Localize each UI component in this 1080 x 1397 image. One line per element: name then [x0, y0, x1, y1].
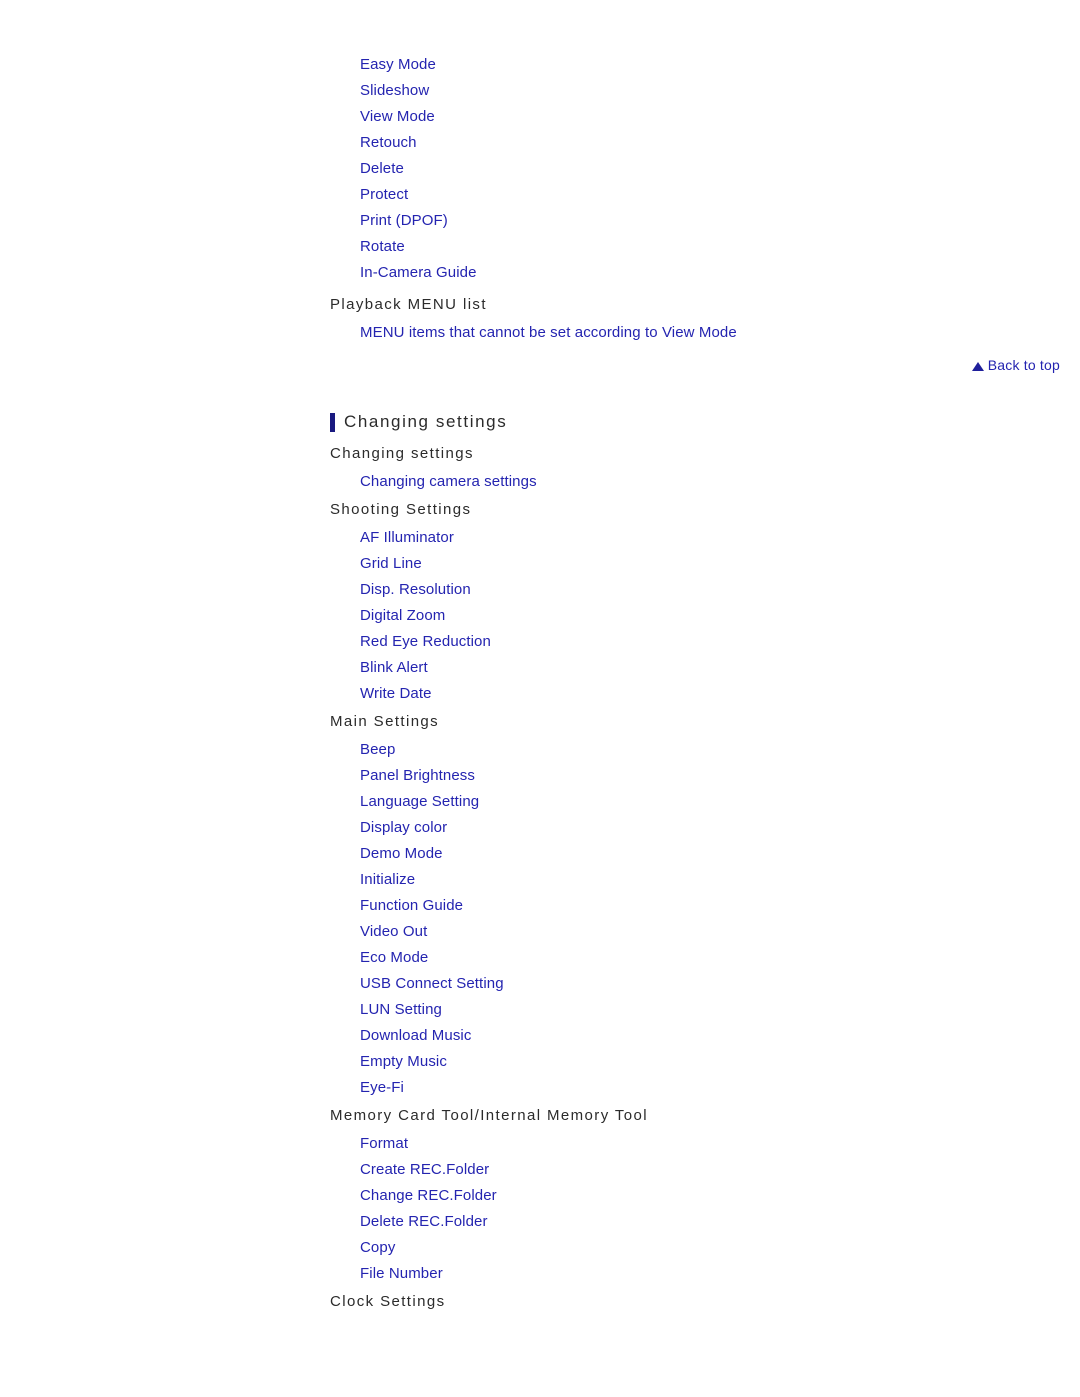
toc-link[interactable]: Beep [330, 737, 395, 763]
list-item: In-Camera Guide [330, 260, 1030, 286]
toc-link[interactable]: Download Music [330, 1023, 471, 1049]
toc-link[interactable]: Digital Zoom [330, 603, 445, 629]
list-item: Eye-Fi [330, 1075, 1030, 1101]
manual-toc-page: Easy Mode Slideshow View Mode Retouch Delete… [0, 0, 1080, 1397]
toc-link[interactable]: Delete [330, 156, 404, 182]
toc-link[interactable]: MENU items that cannot be set according … [330, 320, 737, 346]
toc-link[interactable]: Print (DPOF) [330, 208, 448, 234]
list-item: Grid Line [330, 551, 1030, 577]
toc-link[interactable]: Demo Mode [330, 841, 443, 867]
section-heading: Shooting Settings [330, 501, 472, 518]
list-item: Video Out [330, 919, 1030, 945]
playback-section: Easy Mode Slideshow View Mode Retouch Delete… [330, 52, 1030, 346]
settings-group-container: Changing settings Changing camera setting… [330, 439, 1030, 1317]
page-title-label: Changing settings [344, 412, 508, 431]
list-item: Download Music [330, 1023, 1030, 1049]
toc-link[interactable]: Change REC.Folder [330, 1183, 497, 1209]
accent-bar [330, 412, 335, 432]
toc-link[interactable]: Retouch [330, 130, 417, 156]
list-item: Format [330, 1131, 1030, 1157]
toc-link[interactable]: Slideshow [330, 78, 429, 104]
list-item: Blink Alert [330, 655, 1030, 681]
toc-link[interactable]: Changing camera settings [330, 469, 537, 495]
toc-link[interactable]: Format [330, 1131, 408, 1157]
list-item: Function Guide [330, 893, 1030, 919]
list-item: LUN Setting [330, 997, 1030, 1023]
back-to-top-row: Back to top [760, 354, 1060, 376]
list-item: USB Connect Setting [330, 971, 1030, 997]
list-item: Write Date [330, 681, 1030, 707]
list-item: Digital Zoom [330, 603, 1030, 629]
list-item: Rotate [330, 234, 1030, 260]
toc-link[interactable]: Rotate [330, 234, 405, 260]
list-item: Delete REC.Folder [330, 1209, 1030, 1235]
toc-link[interactable]: Function Guide [330, 893, 463, 919]
toc-link[interactable]: Empty Music [330, 1049, 447, 1075]
list-item: View Mode [330, 104, 1030, 130]
toc-link[interactable]: File Number [330, 1261, 443, 1287]
toc-link[interactable]: Eye-Fi [330, 1075, 404, 1101]
toc-link[interactable]: Language Setting [330, 789, 479, 815]
back-to-top-link[interactable]: Back to top [971, 357, 1060, 373]
toc-link[interactable]: Initialize [330, 867, 415, 893]
list-item: Changing camera settings [330, 469, 1030, 495]
section-heading: Clock Settings [330, 1293, 446, 1310]
toc-link[interactable]: LUN Setting [330, 997, 442, 1023]
toc-link[interactable]: AF Illuminator [330, 525, 454, 551]
toc-link[interactable]: Red Eye Reduction [330, 629, 491, 655]
toc-link[interactable]: Display color [330, 815, 447, 841]
section-link-list: Format Create REC.Folder Change REC.Folder… [330, 1131, 1030, 1287]
list-item: MENU items that cannot be set according … [330, 320, 1030, 346]
toc-link[interactable]: Create REC.Folder [330, 1157, 489, 1183]
toc-link[interactable]: Grid Line [330, 551, 422, 577]
list-item: Empty Music [330, 1049, 1030, 1075]
section-heading-playback-menu-list: Playback MENU list [330, 296, 487, 313]
list-item: Panel Brightness [330, 763, 1030, 789]
toc-link[interactable]: Copy [330, 1235, 395, 1261]
list-item: Language Setting [330, 789, 1030, 815]
list-item: File Number [330, 1261, 1030, 1287]
list-item: Red Eye Reduction [330, 629, 1030, 655]
list-item: Disp. Resolution [330, 577, 1030, 603]
toc-link[interactable]: Delete REC.Folder [330, 1209, 488, 1235]
list-item: Change REC.Folder [330, 1183, 1030, 1209]
toc-link[interactable]: Protect [330, 182, 408, 208]
section-link-list: AF Illuminator Grid Line Disp. Resolution D… [330, 525, 1030, 707]
playback-sub-link-list: MENU items that cannot be set according … [330, 320, 1030, 346]
section-link-list: Beep Panel Brightness Language Setting Disp… [330, 737, 1030, 1101]
toc-link[interactable]: Panel Brightness [330, 763, 475, 789]
list-item: Display color [330, 815, 1030, 841]
section-heading: Changing settings [330, 445, 474, 462]
list-item: Retouch [330, 130, 1030, 156]
toc-link[interactable]: USB Connect Setting [330, 971, 504, 997]
list-item: Print (DPOF) [330, 208, 1030, 234]
toc-link[interactable]: Write Date [330, 681, 432, 707]
list-item: Initialize [330, 867, 1030, 893]
list-item: AF Illuminator [330, 525, 1030, 551]
toc-link[interactable]: Eco Mode [330, 945, 428, 971]
triangle-up-icon [971, 362, 984, 371]
playback-link-list: Easy Mode Slideshow View Mode Retouch Delete… [330, 52, 1030, 286]
toc-link[interactable]: View Mode [330, 104, 435, 130]
section-heading: Memory Card Tool/Internal Memory Tool [330, 1107, 649, 1124]
list-item: Easy Mode [330, 52, 1030, 78]
changing-settings-section: Changing settings Changing settings Chang… [330, 405, 1030, 1317]
list-item: Copy [330, 1235, 1030, 1261]
list-item: Beep [330, 737, 1030, 763]
section-link-list: Changing camera settings [330, 469, 1030, 495]
toc-link[interactable]: Easy Mode [330, 52, 436, 78]
toc-link[interactable]: In-Camera Guide [330, 260, 477, 286]
list-item: Create REC.Folder [330, 1157, 1030, 1183]
toc-link[interactable]: Disp. Resolution [330, 577, 471, 603]
list-item: Eco Mode [330, 945, 1030, 971]
toc-link[interactable]: Video Out [330, 919, 427, 945]
section-heading: Main Settings [330, 713, 440, 730]
page-title-changing-settings: Changing settings [330, 405, 1030, 439]
toc-link[interactable]: Blink Alert [330, 655, 428, 681]
list-item: Demo Mode [330, 841, 1030, 867]
list-item: Protect [330, 182, 1030, 208]
back-to-top-label: Back to top [987, 357, 1060, 373]
list-item: Slideshow [330, 78, 1030, 104]
list-item: Delete [330, 156, 1030, 182]
